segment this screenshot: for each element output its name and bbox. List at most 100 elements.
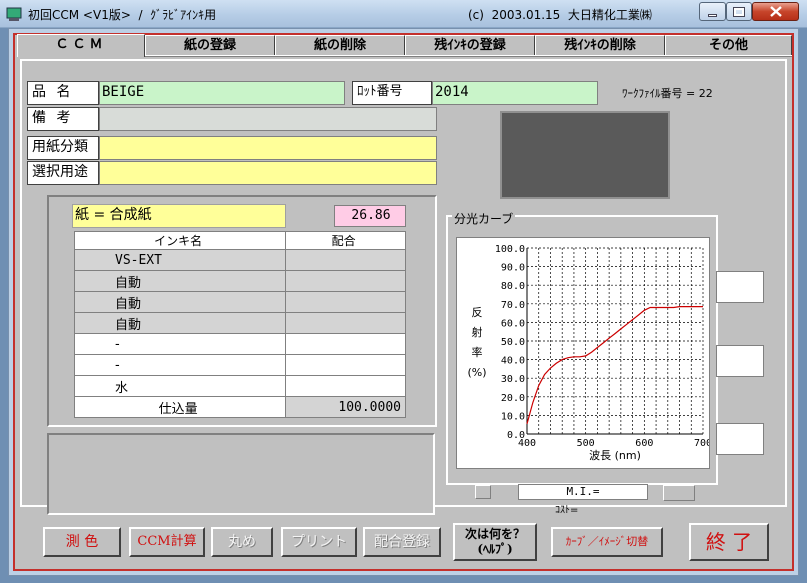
ink-name[interactable]: 自動	[73, 312, 287, 334]
y-tick-label: 60.0	[501, 318, 525, 329]
tab-bar: ＣＣＭ 紙の登録 紙の削除 残ｲﾝｷの登録 残ｲﾝｷの削除 その他	[15, 34, 792, 57]
table-row[interactable]: -	[73, 333, 406, 355]
table-row[interactable]: 水	[73, 375, 406, 397]
help-button-line2: (ﾍﾙﾌﾟ)	[477, 542, 513, 556]
y-axis-label: 反	[472, 306, 483, 319]
x-axis-label: 波長 (nm)	[589, 449, 641, 462]
ink-name-header: インキ名	[73, 231, 287, 250]
table-row[interactable]: VS-EXT	[73, 249, 406, 271]
maximize-button[interactable]	[726, 2, 752, 21]
tab-ink-register[interactable]: 残ｲﾝｷの登録	[405, 35, 535, 55]
paper-type-field[interactable]: 紙 = 合成紙	[72, 204, 286, 228]
round-button[interactable]: 丸め	[211, 527, 273, 557]
y-tick-label: 100.0	[495, 244, 525, 255]
lot-label: ﾛｯﾄ番号	[352, 81, 432, 105]
tab-ccm[interactable]: ＣＣＭ	[17, 34, 145, 57]
reflectance-curve	[526, 305, 703, 424]
print-button[interactable]: プリント	[281, 527, 357, 557]
mi-left-box	[475, 485, 491, 499]
paper-class-label: 用紙分類	[27, 136, 99, 160]
total-value[interactable]: 100.0000	[285, 396, 406, 418]
tab-ink-delete[interactable]: 残ｲﾝｷの削除	[535, 35, 665, 55]
y-tick-label: 70.0	[501, 300, 525, 311]
paper-class-field[interactable]	[99, 136, 437, 160]
y-tick-label: 80.0	[501, 281, 525, 292]
main-window: ＣＣＭ 紙の登録 紙の削除 残ｲﾝｷの登録 残ｲﾝｷの削除 その他 品 名 BE…	[8, 28, 799, 576]
app-icon	[6, 7, 22, 21]
table-row[interactable]: -	[73, 354, 406, 376]
mi-right-box	[663, 485, 695, 501]
spectral-chart: 0.010.020.030.040.050.060.070.080.090.01…	[456, 237, 710, 469]
ink-ratio[interactable]	[285, 291, 406, 313]
x-tick-label: 600	[635, 438, 653, 449]
help-button[interactable]: 次は何を？ (ﾍﾙﾌﾟ)	[453, 523, 537, 561]
register-button[interactable]: 配合登録	[363, 527, 441, 557]
color-preview	[500, 111, 670, 199]
ink-name[interactable]: VS-EXT	[73, 249, 287, 271]
y-tick-label: 20.0	[501, 393, 525, 404]
chart-title: 分光カーブ	[452, 210, 516, 227]
minimize-button[interactable]	[699, 2, 726, 21]
copyright-text: (c) 2003.01.15 大日精化工業㈱	[468, 8, 652, 22]
ink-name[interactable]: -	[73, 333, 287, 355]
table-row[interactable]: 自動	[73, 270, 406, 292]
minimize-icon	[708, 13, 717, 17]
ink-name[interactable]: 水	[73, 375, 287, 397]
y-tick-label: 30.0	[501, 374, 525, 385]
y-axis-label: (%)	[467, 366, 486, 379]
ink-ratio[interactable]	[285, 354, 406, 376]
hinmei-field[interactable]: BEIGE	[99, 81, 345, 105]
client-area: ＣＣＭ 紙の登録 紙の削除 残ｲﾝｷの登録 残ｲﾝｷの削除 その他 品 名 BE…	[13, 33, 794, 571]
tab-other[interactable]: その他	[665, 35, 792, 55]
lot-field[interactable]: 2014	[432, 81, 598, 105]
paper-value-field[interactable]: 26.86	[334, 205, 406, 227]
mi-field: M.I.=	[518, 484, 648, 500]
ink-ratio-header: 配合	[285, 231, 406, 250]
ink-ratio[interactable]	[285, 270, 406, 292]
ccm-calc-button[interactable]: CCM計算	[129, 527, 205, 557]
help-button-line1: 次は何を？	[464, 527, 525, 541]
ink-table: インキ名 配合 VS-EXT 自動 自動 自動 - - 水 仕込量 100.00…	[73, 231, 406, 418]
y-tick-label: 90.0	[501, 263, 525, 274]
close-button[interactable]	[752, 2, 799, 21]
ink-name[interactable]: 自動	[73, 291, 287, 313]
tab-paper-register[interactable]: 紙の登録	[145, 35, 275, 55]
ink-name[interactable]: 自動	[73, 270, 287, 292]
total-label: 仕込量	[73, 396, 287, 418]
window-title: 初回CCM <V1版> / ｸﾞﾗﾋﾞｱｲﾝｷ用	[28, 8, 217, 22]
usage-field[interactable]	[99, 161, 437, 185]
exit-button[interactable]: 終 了	[689, 523, 769, 561]
measure-button[interactable]: 測 色	[43, 527, 121, 557]
table-row[interactable]: 自動	[73, 291, 406, 313]
y-axis-label: 射	[472, 325, 483, 339]
x-tick-label: 500	[577, 438, 595, 449]
close-icon	[769, 6, 782, 17]
total-row: 仕込量 100.0000	[73, 396, 406, 418]
side-box-2	[716, 345, 764, 377]
biko-field[interactable]	[99, 107, 437, 131]
side-box-1	[716, 271, 764, 303]
x-tick-label: 700	[694, 438, 710, 449]
ink-ratio[interactable]	[285, 333, 406, 355]
y-tick-label: 40.0	[501, 356, 525, 367]
tab-paper-delete[interactable]: 紙の削除	[275, 35, 405, 55]
title-bar[interactable]: 初回CCM <V1版> / ｸﾞﾗﾋﾞｱｲﾝｷ用 (c) 2003.01.15 …	[0, 0, 807, 28]
biko-label: 備 考	[27, 107, 99, 131]
maximize-icon	[733, 6, 745, 17]
y-tick-label: 50.0	[501, 337, 525, 348]
cost-label: ｺｽﾄ=	[555, 505, 579, 516]
curve-toggle-button[interactable]: ｶｰﾌﾞ／ｲﾒｰｼﾞ切替	[551, 527, 663, 557]
y-axis-label: 率	[472, 345, 483, 359]
workfile-number: ﾜｰｸﾌｧｲﾙ番号 = 22	[622, 87, 713, 100]
ink-name[interactable]: -	[73, 354, 287, 376]
x-tick-label: 400	[518, 438, 536, 449]
ink-ratio[interactable]	[285, 249, 406, 271]
table-row[interactable]: 自動	[73, 312, 406, 334]
ink-ratio[interactable]	[285, 375, 406, 397]
ccm-panel: 品 名 BEIGE ﾛｯﾄ番号 2014 ﾜｰｸﾌｧｲﾙ番号 = 22 備 考 …	[20, 59, 787, 515]
ink-ratio[interactable]	[285, 312, 406, 334]
usage-label: 選択用途	[27, 161, 99, 185]
message-area	[47, 433, 435, 515]
hinmei-label: 品 名	[27, 81, 99, 105]
side-box-3	[716, 423, 764, 455]
